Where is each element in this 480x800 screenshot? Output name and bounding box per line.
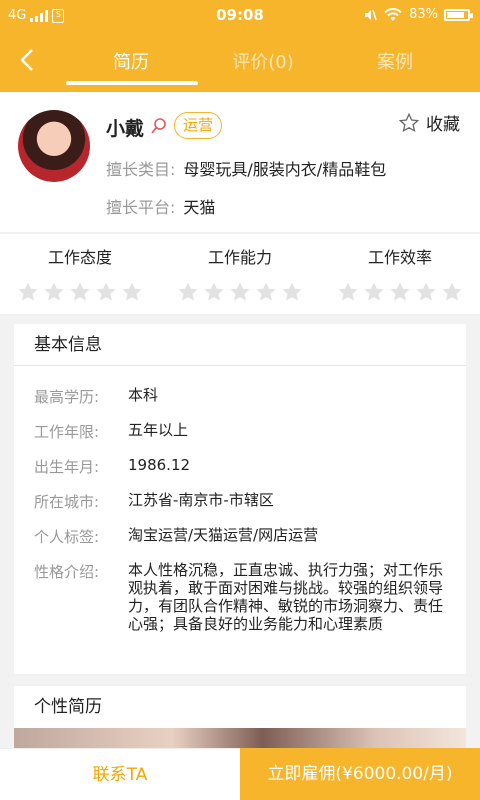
rating-efficiency: 工作效率 bbox=[320, 244, 480, 304]
info-label: 性格介绍: bbox=[34, 563, 100, 581]
info-value: 五年以上 bbox=[128, 421, 189, 439]
star-icon bbox=[178, 282, 198, 301]
rating-ability: 工作能力 bbox=[160, 244, 320, 304]
star-icon bbox=[390, 282, 410, 301]
star-icon bbox=[70, 282, 90, 301]
info-value: 1986.12 bbox=[128, 456, 191, 474]
specialty-label: 擅长类目: bbox=[106, 160, 176, 179]
role-badge: 运营 bbox=[174, 112, 223, 139]
mute-icon bbox=[365, 9, 377, 20]
tab-resume[interactable]: 简历 bbox=[66, 48, 196, 74]
wifi-icon bbox=[384, 7, 402, 21]
star-icon bbox=[44, 282, 64, 301]
star-icon bbox=[256, 282, 276, 301]
star-icon bbox=[338, 282, 358, 301]
nav-bar: 简历 评价(0) 案例 bbox=[0, 32, 480, 92]
rating-title: 工作态度 bbox=[47, 248, 112, 267]
star-rating bbox=[320, 280, 480, 304]
info-row-personality: 性格介绍: 本人性格沉稳，正直忠诚、执行力强；对工作乐观执着，敢于面对困难与挑战… bbox=[34, 561, 446, 633]
bottom-action-bar: 联系TA 立即雇佣(¥6000.00/月) bbox=[0, 748, 480, 800]
star-icon bbox=[416, 282, 436, 301]
avatar bbox=[18, 110, 90, 182]
info-label: 最高学历: bbox=[34, 388, 100, 406]
hire-button[interactable]: 立即雇佣(¥6000.00/月) bbox=[240, 748, 480, 800]
star-icon bbox=[18, 282, 38, 301]
star-icon bbox=[282, 282, 302, 301]
rating-attitude: 工作态度 bbox=[0, 244, 160, 304]
tab-reviews[interactable]: 评价(0) bbox=[198, 48, 328, 74]
tab-cases[interactable]: 案例 bbox=[330, 48, 460, 74]
rating-title: 工作能力 bbox=[207, 248, 272, 267]
contact-button[interactable]: 联系TA bbox=[0, 748, 240, 800]
star-icon bbox=[230, 282, 250, 301]
favorite-button[interactable]: 收藏 bbox=[398, 110, 460, 135]
platform-label: 擅长平台: bbox=[106, 198, 176, 217]
profile-section: 小戴 运营 收藏 擅长类目: 母婴玩具/服装内衣/精品鞋包 擅长平台: 天猫 bbox=[0, 92, 480, 232]
info-row-tags: 个人标签: 淘宝运营/天猫运营/网店运营 bbox=[34, 526, 446, 547]
verified-badge-icon bbox=[151, 118, 166, 134]
star-icon bbox=[204, 282, 224, 301]
star-icon bbox=[364, 282, 384, 301]
info-label: 所在城市: bbox=[34, 493, 100, 511]
back-arrow-icon[interactable] bbox=[12, 44, 44, 76]
info-value: 本科 bbox=[128, 386, 159, 404]
personal-resume-title: 个性简历 bbox=[34, 697, 102, 717]
active-tab-indicator bbox=[66, 81, 198, 85]
info-row-birth: 出生年月: 1986.12 bbox=[34, 456, 446, 477]
ratings-section: 工作态度 工作能力 工作效率 bbox=[0, 234, 480, 314]
platform-value: 天猫 bbox=[183, 198, 216, 217]
tab-bar: 简历 评价(0) 案例 bbox=[66, 32, 480, 92]
specialty-row: 擅长类目: 母婴玩具/服装内衣/精品鞋包 bbox=[106, 156, 386, 180]
info-row-experience: 工作年限: 五年以上 bbox=[34, 421, 446, 442]
battery-percent: 83% bbox=[409, 7, 438, 22]
info-row-education: 最高学历: 本科 bbox=[34, 386, 446, 407]
info-value: 本人性格沉稳，正直忠诚、执行力强；对工作乐观执着，敢于面对困难与挑战。较强的组织… bbox=[128, 561, 444, 633]
favorite-label: 收藏 bbox=[426, 115, 460, 135]
battery-icon bbox=[444, 8, 473, 21]
star-icon bbox=[96, 282, 116, 301]
specialty-value: 母婴玩具/服装内衣/精品鞋包 bbox=[183, 160, 387, 179]
platform-row: 擅长平台: 天猫 bbox=[106, 194, 215, 218]
star-rating bbox=[0, 280, 160, 304]
resume-photo bbox=[14, 728, 466, 748]
rating-title: 工作效率 bbox=[367, 248, 432, 267]
user-name: 小戴 bbox=[106, 118, 145, 140]
star-outline-icon bbox=[398, 112, 420, 132]
info-value: 淘宝运营/天猫运营/网店运营 bbox=[128, 526, 319, 544]
star-icon bbox=[122, 282, 142, 301]
header: 4G S 09:08 83% 简历 评价(0) 案例 bbox=[0, 0, 480, 92]
basic-info-card: 基本信息 最高学历: 本科 工作年限: 五年以上 出生年月: 1986.12 所… bbox=[14, 324, 466, 674]
info-label: 个人标签: bbox=[34, 528, 100, 546]
star-rating bbox=[160, 280, 320, 304]
info-label: 出生年月: bbox=[34, 458, 100, 476]
status-bar: 4G S 09:08 83% bbox=[0, 0, 480, 32]
star-icon bbox=[442, 282, 462, 301]
basic-info-title: 基本信息 bbox=[14, 324, 466, 366]
personal-resume-card: 个性简历 bbox=[14, 686, 466, 748]
info-label: 工作年限: bbox=[34, 423, 100, 441]
info-row-city: 所在城市: 江苏省-南京市-市辖区 bbox=[34, 491, 446, 512]
info-value: 江苏省-南京市-市辖区 bbox=[128, 491, 274, 509]
